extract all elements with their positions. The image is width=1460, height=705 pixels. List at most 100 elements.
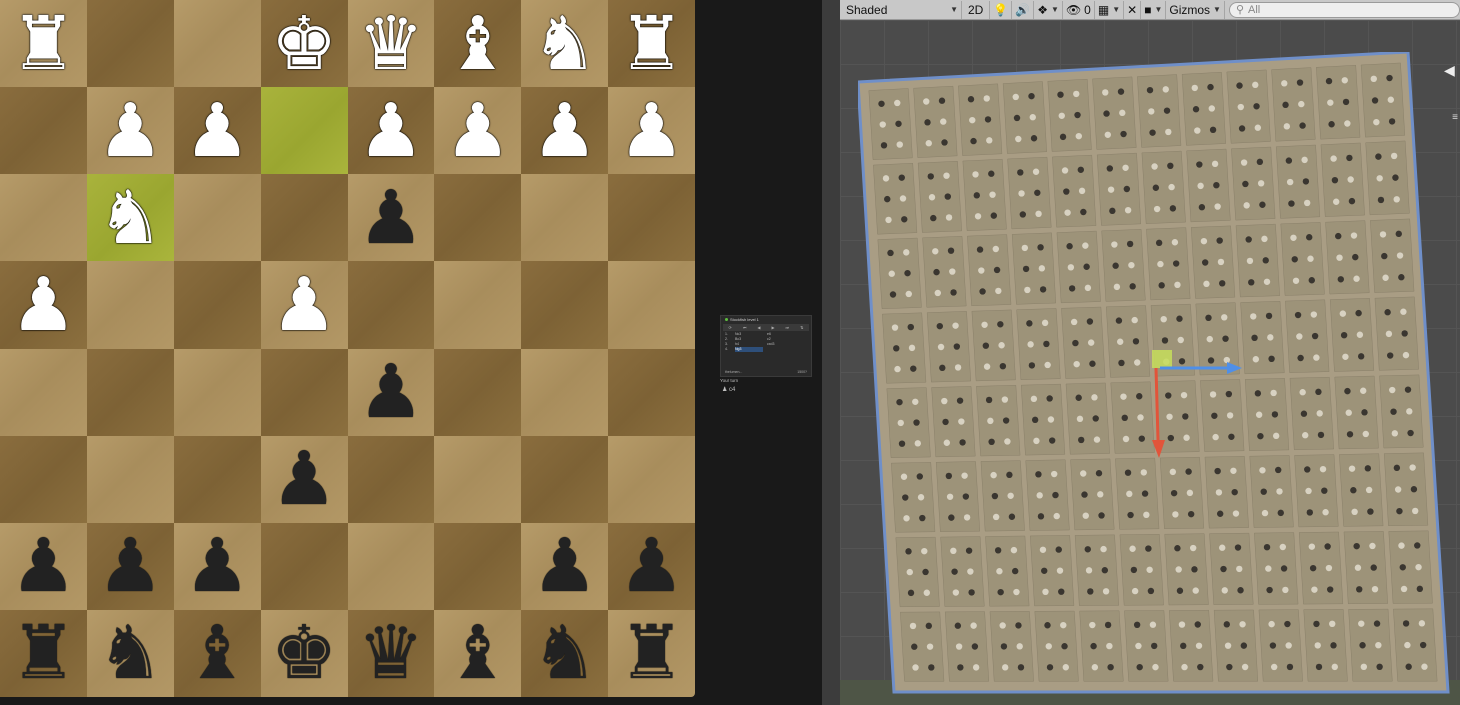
black-pawn-icon[interactable]: ♟ <box>184 529 250 603</box>
effects-dropdown[interactable]: ❖ ▼ <box>1034 0 1063 19</box>
audio-toggle[interactable]: 🔊 <box>1012 0 1035 19</box>
square-c7[interactable]: ♟ <box>173 87 261 175</box>
white-rook-icon[interactable]: ♜ <box>618 7 684 81</box>
square-g7[interactable]: ♟ <box>521 87 609 175</box>
square-d2[interactable] <box>260 522 348 610</box>
square-f2[interactable] <box>434 522 522 610</box>
square-a8[interactable]: ♜ <box>0 0 87 88</box>
square-d7[interactable] <box>260 87 348 175</box>
square-b4[interactable] <box>86 348 174 436</box>
white-pawn-icon[interactable]: ♟ <box>97 94 163 168</box>
square-c5[interactable] <box>173 261 261 349</box>
square-b7[interactable]: ♟ <box>86 87 174 175</box>
white-knight-icon[interactable]: ♞ <box>532 7 598 81</box>
square-c8[interactable] <box>173 0 261 88</box>
square-a7[interactable] <box>0 87 87 175</box>
square-d1[interactable]: ♚ <box>260 609 348 697</box>
black-bishop-icon[interactable]: ♝ <box>184 616 250 690</box>
square-e7[interactable]: ♟ <box>347 87 435 175</box>
gizmo-center-handle[interactable] <box>1152 350 1172 368</box>
gizmo-x-arrow-icon[interactable] <box>1227 362 1242 374</box>
white-pawn-icon[interactable]: ♟ <box>445 94 511 168</box>
tools-toggle[interactable]: ✕ <box>1124 0 1142 19</box>
visibility-toggle[interactable]: 👁 0 <box>1063 0 1095 19</box>
scene-view[interactable]: Shaded ▼ 2D 💡 🔊 ❖ ▼ 👁 0 ▦ ▼ ✕ ■ ▼ Gizmos ▼ ⚲… <box>822 0 1460 705</box>
square-f1[interactable]: ♝ <box>434 609 522 697</box>
black-pawn-icon[interactable]: ♟ <box>271 442 337 516</box>
square-a6[interactable] <box>0 174 87 262</box>
2d-toggle[interactable]: 2D <box>962 0 991 19</box>
square-e2[interactable] <box>347 522 435 610</box>
square-b6[interactable]: ♞ <box>86 174 174 262</box>
square-e8[interactable]: ♛ <box>347 0 435 88</box>
black-queen-icon[interactable]: ♛ <box>358 616 424 690</box>
white-pawn-icon[interactable]: ♟ <box>271 268 337 342</box>
square-c4[interactable] <box>173 348 261 436</box>
grid-dropdown[interactable]: ▦ ▼ <box>1095 0 1125 19</box>
square-c6[interactable] <box>173 174 261 262</box>
square-h1[interactable]: ♜ <box>608 609 695 697</box>
flip-board-icon[interactable]: ⇅ <box>800 325 803 330</box>
black-bishop-icon[interactable]: ♝ <box>445 616 511 690</box>
square-a4[interactable] <box>0 348 87 436</box>
square-f7[interactable]: ♟ <box>434 87 522 175</box>
square-h4[interactable] <box>608 348 695 436</box>
square-b1[interactable]: ♞ <box>86 609 174 697</box>
next-move-icon[interactable]: ▶ <box>771 325 774 330</box>
square-g6[interactable] <box>521 174 609 262</box>
square-d6[interactable] <box>260 174 348 262</box>
white-king-icon[interactable]: ♚ <box>271 7 337 81</box>
black-pawn-icon[interactable]: ♟ <box>10 529 76 603</box>
black-knight-icon[interactable]: ♞ <box>532 616 598 690</box>
white-pawn-icon[interactable]: ♟ <box>10 268 76 342</box>
square-c2[interactable]: ♟ <box>173 522 261 610</box>
square-b8[interactable] <box>86 0 174 88</box>
square-f4[interactable] <box>434 348 522 436</box>
square-e3[interactable] <box>347 435 435 523</box>
square-a1[interactable]: ♜ <box>0 609 87 697</box>
square-h7[interactable]: ♟ <box>608 87 695 175</box>
square-e5[interactable] <box>347 261 435 349</box>
square-g2[interactable]: ♟ <box>521 522 609 610</box>
white-rook-icon[interactable]: ♜ <box>10 7 76 81</box>
black-pawn-icon[interactable]: ♟ <box>97 529 163 603</box>
gizmos-dropdown[interactable]: Gizmos ▼ <box>1166 0 1225 19</box>
square-g4[interactable] <box>521 348 609 436</box>
black-knight-icon[interactable]: ♞ <box>97 616 163 690</box>
black-king-icon[interactable]: ♚ <box>271 616 337 690</box>
first-move-icon[interactable]: ⏮ <box>743 325 747 330</box>
prev-move-icon[interactable]: ◀ <box>757 325 760 330</box>
black-rook-icon[interactable]: ♜ <box>10 616 76 690</box>
square-h8[interactable]: ♜ <box>608 0 695 88</box>
white-pawn-icon[interactable]: ♟ <box>532 94 598 168</box>
square-g5[interactable] <box>521 261 609 349</box>
white-bishop-icon[interactable]: ♝ <box>445 7 511 81</box>
square-g1[interactable]: ♞ <box>521 609 609 697</box>
black-pawn-icon[interactable]: ♟ <box>532 529 598 603</box>
menu-icon[interactable]: ≡ <box>1452 112 1458 123</box>
white-pawn-icon[interactable]: ♟ <box>618 94 684 168</box>
scene-search-input[interactable]: ⚲ All <box>1228 1 1460 18</box>
black-rook-icon[interactable]: ♜ <box>618 616 684 690</box>
move-row[interactable]: 4. Ng3 <box>725 347 807 352</box>
square-a5[interactable]: ♟ <box>0 261 87 349</box>
square-h5[interactable] <box>608 261 695 349</box>
transform-gizmo[interactable] <box>822 0 1460 705</box>
scene-orientation-gizmo-icon[interactable]: ◀ <box>1444 62 1460 82</box>
black-pawn-icon[interactable]: ♟ <box>618 529 684 603</box>
white-pawn-icon[interactable]: ♟ <box>358 94 424 168</box>
last-move-icon[interactable]: ⏭ <box>786 325 790 330</box>
square-f6[interactable] <box>434 174 522 262</box>
square-h2[interactable]: ♟ <box>608 522 695 610</box>
refresh-icon[interactable]: ⟳ <box>728 325 731 330</box>
white-queen-icon[interactable]: ♛ <box>358 7 424 81</box>
white-knight-icon[interactable]: ♞ <box>97 181 163 255</box>
square-f5[interactable] <box>434 261 522 349</box>
square-h3[interactable] <box>608 435 695 523</box>
square-a3[interactable] <box>0 435 87 523</box>
square-c1[interactable]: ♝ <box>173 609 261 697</box>
gizmo-z-axis[interactable] <box>1154 367 1160 441</box>
black-pawn-icon[interactable]: ♟ <box>358 355 424 429</box>
square-d4[interactable] <box>260 348 348 436</box>
square-e4[interactable]: ♟ <box>347 348 435 436</box>
